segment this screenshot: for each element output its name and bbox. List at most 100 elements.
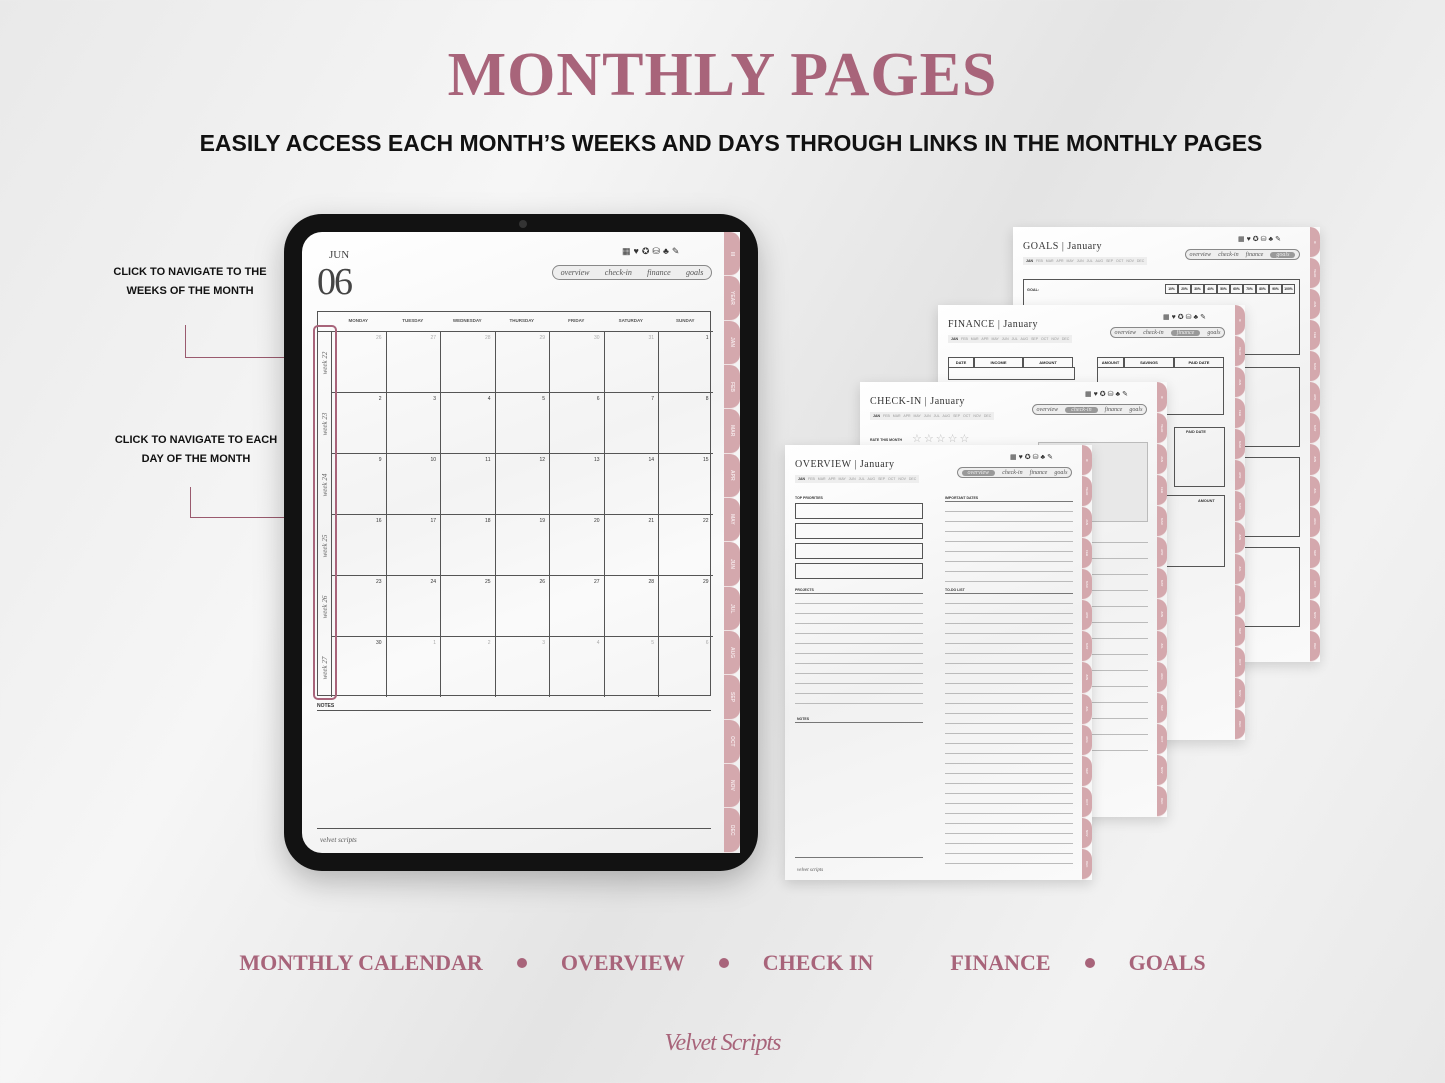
month-link[interactable]: DEC: [909, 477, 916, 481]
side-tab-year[interactable]: YEAR: [1082, 476, 1092, 508]
day-cell[interactable]: 25: [440, 575, 495, 636]
month-link[interactable]: SEP: [1106, 259, 1113, 263]
side-tab-dec[interactable]: DEC: [1235, 708, 1245, 740]
percent-box[interactable]: 70%: [1243, 284, 1256, 294]
day-cell[interactable]: 27: [549, 575, 604, 636]
month-link[interactable]: NOV: [973, 414, 981, 418]
day-cell[interactable]: 17: [385, 514, 440, 575]
month-link[interactable]: NOV: [898, 477, 906, 481]
day-cell[interactable]: 28: [440, 331, 495, 392]
side-tab-jun[interactable]: JUN: [1235, 522, 1245, 554]
day-cell[interactable]: 2: [331, 392, 386, 453]
side-tab-feb[interactable]: FEB: [724, 365, 740, 410]
month-link[interactable]: SEP: [878, 477, 885, 481]
day-cell[interactable]: 3: [494, 636, 549, 697]
side-tab-aug[interactable]: AUG: [1157, 661, 1167, 693]
calendar-icon[interactable]: ▦: [1238, 236, 1247, 243]
month-link[interactable]: NOV: [1126, 259, 1134, 263]
side-tab-nov[interactable]: NOV: [1310, 599, 1320, 631]
day-cell[interactable]: 4: [549, 636, 604, 697]
side-tab-may[interactable]: MAY: [1235, 491, 1245, 523]
nav-finance[interactable]: finance: [1030, 470, 1048, 476]
plant-icon[interactable]: ♣: [663, 246, 672, 256]
month-link[interactable]: MAY: [992, 337, 999, 341]
nav-goals[interactable]: goals: [1207, 330, 1220, 336]
side-tab-jul[interactable]: JUL: [1157, 630, 1167, 662]
priority-input[interactable]: [795, 523, 923, 539]
nav-finance[interactable]: finance: [1170, 329, 1201, 336]
side-tab-sep[interactable]: SEP: [1310, 537, 1320, 569]
month-link[interactable]: FEB: [883, 414, 890, 418]
month-link[interactable]: DEC: [984, 414, 991, 418]
notes-icon[interactable]: ✎: [1122, 391, 1130, 398]
month-link[interactable]: MAR: [1046, 259, 1054, 263]
side-tab-iii[interactable]: III: [1235, 305, 1245, 337]
priority-input[interactable]: [795, 563, 923, 579]
day-cell[interactable]: 26: [331, 331, 386, 392]
side-tab-apr[interactable]: APR: [1235, 460, 1245, 492]
side-tab-jan[interactable]: JAN: [1310, 289, 1320, 321]
month-link[interactable]: MAY: [839, 477, 846, 481]
side-tab-oct[interactable]: OCT: [724, 719, 740, 765]
nav-check-in[interactable]: check-in: [1065, 406, 1098, 413]
nav-finance[interactable]: finance: [647, 268, 671, 277]
side-tab-dec[interactable]: DEC: [1310, 630, 1320, 662]
side-tab-dec[interactable]: DEC: [1082, 848, 1092, 880]
day-cell[interactable]: 19: [494, 514, 549, 575]
month-link[interactable]: APR: [903, 414, 910, 418]
day-cell[interactable]: 4: [440, 392, 495, 453]
calendar-icon[interactable]: ▦: [622, 246, 634, 256]
side-tab-jul[interactable]: JUL: [1310, 475, 1320, 507]
side-tab-sep[interactable]: SEP: [1157, 692, 1167, 724]
side-tab-jun[interactable]: JUN: [1082, 662, 1092, 694]
side-tab-jan[interactable]: JAN: [724, 320, 740, 366]
star-icon[interactable]: ☆: [936, 433, 948, 445]
star-rating[interactable]: ☆☆☆☆☆: [912, 432, 971, 445]
side-tab-jan[interactable]: JAN: [1157, 444, 1167, 476]
side-tab-feb[interactable]: FEB: [1235, 398, 1245, 430]
coins-icon[interactable]: ⛁: [1186, 314, 1194, 321]
day-cell[interactable]: 5: [494, 392, 549, 453]
side-tab-aug[interactable]: AUG: [724, 631, 740, 676]
side-tab-year[interactable]: YEAR: [1310, 258, 1320, 290]
notes-icon[interactable]: ✎: [1200, 314, 1208, 321]
day-cell[interactable]: 6: [549, 392, 604, 453]
notes-icon[interactable]: ✎: [1047, 454, 1055, 461]
star-icon[interactable]: ☆: [924, 433, 936, 445]
percent-box[interactable]: 40%: [1204, 284, 1217, 294]
nav-overview[interactable]: overview: [561, 268, 590, 277]
day-cell[interactable]: 10: [385, 453, 440, 514]
day-cell[interactable]: 12: [494, 453, 549, 514]
day-cell[interactable]: 7: [603, 392, 658, 453]
day-cell[interactable]: 5: [603, 636, 658, 697]
coins-icon[interactable]: ⛁: [1108, 391, 1116, 398]
month-link[interactable]: SEP: [1031, 337, 1038, 341]
check-badge-icon[interactable]: ✪: [1178, 314, 1186, 321]
month-link[interactable]: JUL: [934, 414, 940, 418]
side-tab-oct[interactable]: OCT: [1157, 723, 1167, 755]
percent-box[interactable]: 30%: [1191, 284, 1204, 294]
side-tab-nov[interactable]: NOV: [1157, 754, 1167, 786]
month-link[interactable]: MAR: [893, 414, 901, 418]
month-link[interactable]: JUN: [1002, 337, 1009, 341]
month-link[interactable]: AUG: [942, 414, 950, 418]
check-badge-icon[interactable]: ✪: [1025, 454, 1033, 461]
side-tab-jan[interactable]: JAN: [1235, 367, 1245, 399]
month-link[interactable]: JAN: [951, 337, 958, 341]
month-link[interactable]: JAN: [1026, 259, 1033, 263]
side-tab-may[interactable]: MAY: [1310, 413, 1320, 445]
side-tab-sep[interactable]: SEP: [724, 675, 740, 720]
calendar-icon[interactable]: ▦: [1010, 454, 1019, 461]
month-link[interactable]: NOV: [1051, 337, 1059, 341]
day-cell[interactable]: 26: [494, 575, 549, 636]
side-tab-jan[interactable]: JAN: [1082, 507, 1092, 539]
day-cell[interactable]: 20: [549, 514, 604, 575]
month-link[interactable]: AUG: [867, 477, 875, 481]
month-link[interactable]: DEC: [1062, 337, 1069, 341]
month-link[interactable]: JUL: [1087, 259, 1093, 263]
month-link[interactable]: MAY: [914, 414, 921, 418]
nav-check-in[interactable]: check-in: [605, 268, 632, 277]
heart-icon[interactable]: ♥: [634, 246, 642, 256]
side-tab-jul[interactable]: JUL: [1082, 693, 1092, 725]
day-cell[interactable]: 29: [658, 575, 713, 636]
